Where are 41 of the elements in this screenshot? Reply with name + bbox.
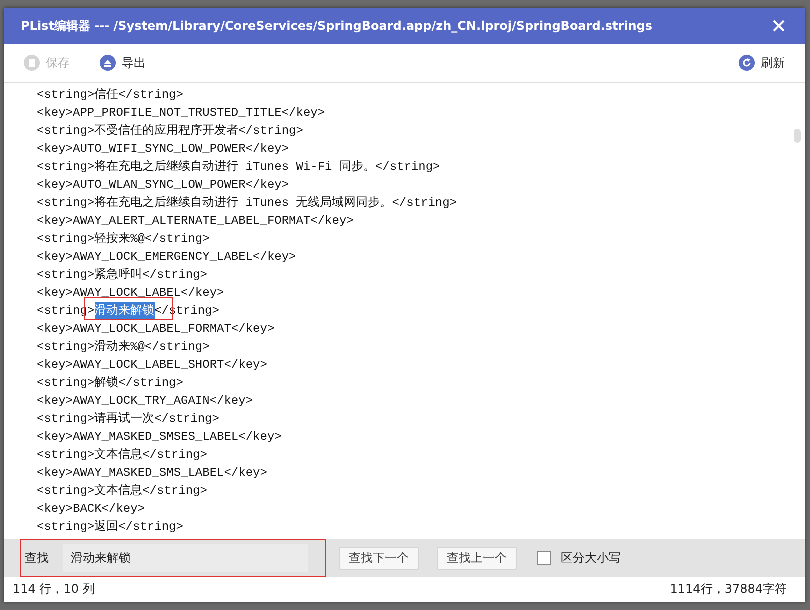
find-button[interactable]: 查找上一个: [437, 546, 517, 570]
close-icon[interactable]: [773, 20, 785, 32]
search-field[interactable]: 滑动来解锁: [63, 544, 308, 572]
code-line: <key>AWAY_LOCK_LABEL_FORMAT</key>: [37, 321, 275, 338]
code-line: <key>AUTO_WLAN_SYNC_LOW_POWER</key>: [37, 177, 290, 194]
document-stats: 1114行，37884字符: [670, 581, 787, 598]
code-line: <string>解锁</string>: [37, 375, 184, 392]
code-line: <key>BACK</key>: [37, 501, 146, 518]
code-line: <string>请再试一次</string>: [37, 411, 220, 428]
window-title: PList编辑器 --- /System/Library/CoreServices/SpringBoard.app/zh_CN.lproj/SpringBoard.strings: [21, 18, 653, 34]
code-line: <string>滑动来%@</string>: [37, 339, 210, 356]
code-line: <string>文本信息</string>: [37, 447, 208, 464]
code-line: <string>将在充电之后继续自动进行 iTunes Wi-Fi 同步。</string>: [37, 159, 440, 176]
document-icon: [24, 55, 40, 71]
code-line: <key>APP_PROFILE_NOT_TRUSTED_TITLE</key>: [37, 105, 326, 122]
find-label: 查找: [25, 550, 50, 566]
refresh-button[interactable]: 刷新: [739, 54, 785, 72]
scrollbar-thumb[interactable]: [794, 129, 801, 143]
code-line: <key>AWAY_LOCK_EMERGENCY_LABEL</key>: [37, 249, 296, 266]
code-line: <key>AWAY_LOCK_LABEL_SHORT</key>: [37, 357, 268, 374]
code-line: <string>紧急呼叫</string>: [37, 267, 208, 284]
code-line: <string>信任</string>: [37, 87, 184, 104]
code-line: <key>AUTO_WIFI_SYNC_LOW_POWER</key>: [37, 141, 290, 158]
code-line: <key>AWAY_MASKED_SMSES_LABEL</key>: [37, 429, 282, 446]
checkbox-label: 区分大小写: [561, 550, 621, 566]
code-line: <string>文本信息</string>: [37, 483, 208, 500]
cursor-position: 114 行，10 列: [13, 581, 95, 598]
code-line: <string>返回</string>: [37, 519, 184, 536]
refresh-icon: [739, 55, 755, 71]
code-line: <string>将在充电之后继续自动进行 iTunes 无线局域网同步。</string>: [37, 195, 458, 212]
code-line: <key>AWAY_LOCK_TRY_AGAIN</key>: [37, 393, 254, 410]
code-line: <string>轻按来%@</string>: [37, 231, 210, 248]
code-line: <key>AWAY_MASKED_SMS_LABEL</key>: [37, 465, 268, 482]
code-line: <key>AWAY_LOCK_LABEL</key>: [37, 285, 224, 302]
checkbox[interactable]: [537, 551, 551, 565]
find-button[interactable]: 查找下一个: [339, 546, 419, 570]
toolbar-button[interactable]: 导出: [100, 54, 146, 72]
search-match: 滑动来解锁: [94, 302, 155, 320]
code-line: <key>AWAY_ALERT_ALTERNATE_LABEL_FORMAT</key>: [37, 213, 354, 230]
eject-icon: [100, 55, 116, 71]
code-line: <string>不受信任的应用程序开发者</string>: [37, 123, 304, 140]
